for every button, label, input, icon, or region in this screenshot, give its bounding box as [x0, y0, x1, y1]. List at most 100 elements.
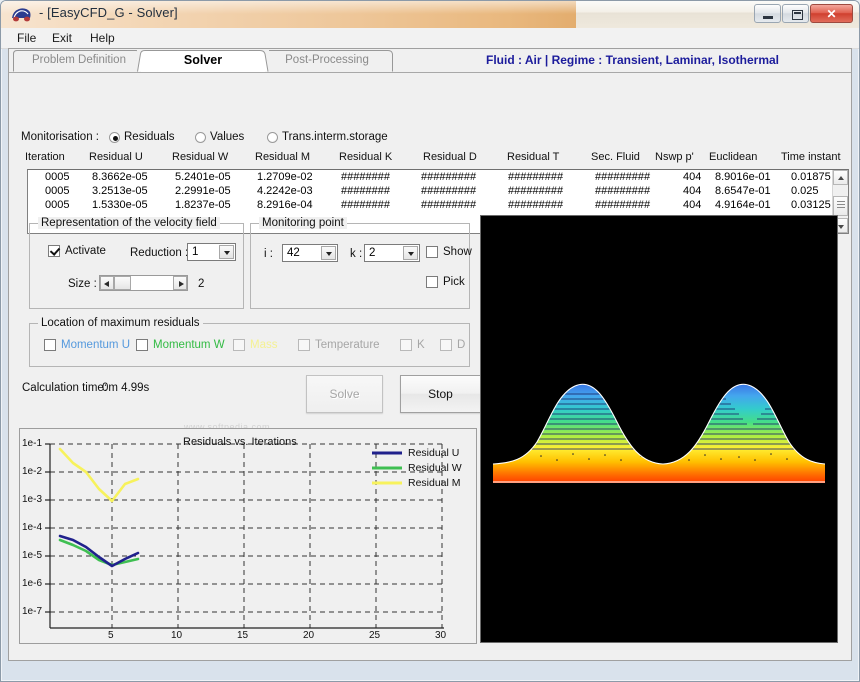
y-tick: 1e-2	[22, 466, 43, 477]
group-title: Location of maximum residuals	[38, 317, 203, 329]
show-checkbox[interactable]: Show	[426, 246, 472, 258]
client-area: Problem Definition Solver Post-Processin…	[8, 48, 852, 661]
size-slider-thumb[interactable]	[114, 276, 131, 290]
radio-residuals[interactable]: Residuals	[109, 131, 175, 143]
table-row[interactable]: 0005 3.2513e-05 2.2991e-05 4.2242e-03 ##…	[28, 185, 834, 199]
column-header: Residual T	[507, 151, 560, 163]
residual-checkbox-d[interactable]: D	[440, 339, 465, 351]
checkbox-icon	[426, 246, 438, 258]
checkbox-icon	[136, 339, 148, 351]
y-tick: 1e-4	[22, 522, 43, 533]
cell-residual-t: #########	[508, 171, 564, 183]
chart-title: Residuals vs. Iterations	[183, 436, 297, 448]
x-tick: 20	[303, 630, 315, 641]
app-icon	[11, 6, 32, 23]
menu-item-file[interactable]: File	[13, 31, 40, 45]
cell-euclidean: 8.6547e-01	[715, 185, 771, 197]
tab-label: Problem Definition	[32, 54, 126, 66]
residual-label: Temperature	[315, 339, 380, 351]
i-label: i :	[264, 248, 273, 260]
column-header: Sec. Fluid	[591, 151, 640, 163]
application-window: - [EasyCFD_G - Solver] ✕ File Exit Help …	[0, 0, 860, 682]
minimize-button[interactable]	[754, 4, 781, 23]
monitoring-i-combobox[interactable]: 42	[282, 244, 338, 262]
cell-residual-u: 1.5330e-05	[92, 199, 148, 211]
radio-icon	[195, 131, 206, 143]
residual-label: Mass	[250, 339, 278, 351]
checkbox-icon	[233, 339, 245, 351]
cell-iteration: 0005	[45, 171, 70, 183]
residual-label: K	[417, 339, 425, 351]
cell-sec-fluid: #########	[595, 199, 651, 211]
size-decrease-button[interactable]	[100, 276, 114, 290]
i-value: 42	[287, 247, 300, 259]
tab-problem-definition[interactable]: Problem Definition	[13, 50, 145, 72]
radio-values[interactable]: Values	[195, 131, 244, 143]
table-row[interactable]: 0005 1.5330e-05 1.8237e-05 8.2916e-04 ##…	[28, 199, 834, 213]
reduction-combobox[interactable]: 1	[187, 243, 236, 261]
cell-sec-fluid: #########	[595, 185, 651, 197]
table-row[interactable]: 0005 8.3662e-05 5.2401e-05 1.2709e-02 ##…	[28, 171, 834, 185]
x-tick: 30	[435, 630, 447, 641]
chevron-down-icon[interactable]	[219, 245, 234, 259]
close-icon: ✕	[826, 6, 837, 21]
tab-solver[interactable]: Solver	[137, 50, 269, 72]
k-label: k :	[350, 248, 363, 260]
table-column-headers: Iteration Residual U Residual W Residual…	[9, 151, 851, 167]
size-slider[interactable]	[99, 275, 188, 291]
group-title: Representation of the velocity field	[38, 217, 220, 229]
checkbox-icon	[400, 339, 412, 351]
pick-label: Pick	[443, 276, 465, 288]
radio-icon	[267, 131, 278, 143]
chevron-down-icon	[838, 225, 844, 229]
cell-iteration: 0005	[45, 199, 70, 211]
chevron-down-icon[interactable]	[321, 246, 336, 260]
calculation-time-value: 0m 4.99s	[102, 382, 150, 394]
chevron-up-icon	[838, 176, 844, 180]
residual-label: Momentum W	[153, 339, 225, 351]
cell-residual-t: #########	[508, 185, 564, 197]
cfd-visualization[interactable]	[480, 215, 838, 643]
residual-checkbox-mass[interactable]: Mass	[233, 339, 277, 351]
size-label: Size :	[68, 278, 97, 290]
window-controls: ✕	[754, 4, 853, 23]
cell-sec-fluid: #########	[595, 171, 651, 183]
reduction-label: Reduction :	[130, 247, 189, 259]
y-tick: 1e-6	[22, 578, 43, 589]
residuals-chart[interactable]: Residuals vs. Iterations 1e-1 1e-2 1e-3 …	[19, 428, 477, 644]
scrollbar-thumb[interactable]	[833, 196, 848, 216]
residual-checkbox-k[interactable]: K	[400, 339, 425, 351]
radio-icon	[109, 131, 120, 143]
velocity-field-group: Representation of the velocity field Act…	[29, 217, 244, 309]
menu-item-help[interactable]: Help	[86, 31, 119, 45]
stop-button[interactable]: Stop	[400, 375, 481, 413]
activate-label: Activate	[65, 245, 106, 257]
close-button[interactable]: ✕	[810, 4, 853, 23]
monitoring-point-group: Monitoring point i : 42 k : 2 Show Pick	[250, 217, 472, 309]
monitoring-k-combobox[interactable]: 2	[364, 244, 420, 262]
group-title: Monitoring point	[259, 217, 347, 229]
fluid-regime-info: Fluid : Air | Regime : Transient, Lamina…	[486, 53, 779, 67]
solve-button[interactable]: Solve	[306, 375, 383, 413]
radio-trans-interm-storage[interactable]: Trans.interm.storage	[267, 131, 388, 143]
activate-checkbox[interactable]: Activate	[48, 245, 106, 257]
residual-checkbox-temperature[interactable]: Temperature	[298, 339, 380, 351]
cell-residual-d: #########	[421, 199, 477, 211]
residual-checkbox-momentum-u[interactable]: Momentum U	[44, 339, 130, 351]
table-body: 0005 8.3662e-05 5.2401e-05 1.2709e-02 ##…	[28, 171, 834, 213]
show-label: Show	[443, 246, 472, 258]
k-value: 2	[369, 247, 376, 259]
menu-item-exit[interactable]: Exit	[48, 31, 76, 45]
pick-checkbox[interactable]: Pick	[426, 276, 465, 288]
tab-post-processing[interactable]: Post-Processing	[261, 50, 393, 72]
residual-checkbox-momentum-w[interactable]: Momentum W	[136, 339, 225, 351]
monitorisation-label: Monitorisation :	[21, 131, 99, 143]
menu-bar: File Exit Help	[1, 28, 859, 49]
chevron-down-icon[interactable]	[403, 246, 418, 260]
size-increase-button[interactable]	[173, 276, 187, 290]
restore-button[interactable]	[782, 4, 809, 23]
y-tick: 1e-5	[22, 550, 43, 561]
scroll-up-button[interactable]	[833, 170, 848, 185]
y-tick: 1e-7	[22, 606, 43, 617]
cell-time-instant: 0.03125	[791, 199, 831, 211]
